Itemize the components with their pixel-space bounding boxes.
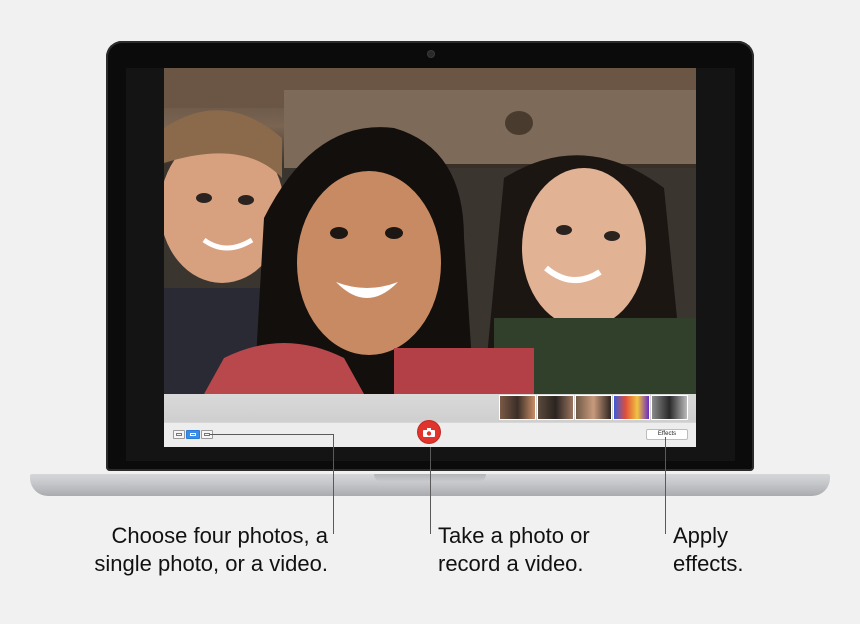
photo-booth-window: Effects	[164, 68, 696, 447]
callout-line-center	[430, 447, 431, 534]
preview-image	[164, 68, 696, 394]
callout-line-left-vertical	[333, 434, 334, 534]
take-photo-button[interactable]	[418, 421, 440, 443]
callout-text-line: Choose four photos, a	[111, 523, 328, 548]
callout-line-right	[665, 437, 666, 534]
callout-line-left	[210, 434, 334, 435]
thumbnail[interactable]	[537, 395, 574, 420]
callout-text-line: effects.	[673, 551, 744, 576]
webcam-icon	[428, 51, 434, 57]
callout-effects: Apply effects.	[673, 522, 744, 578]
laptop-lid: Effects	[106, 41, 754, 471]
camera-preview	[164, 68, 696, 394]
callout-text-line: Apply	[673, 523, 729, 548]
thumbnail[interactable]	[575, 395, 612, 420]
thumbnail[interactable]	[499, 395, 536, 420]
four-photos-icon[interactable]	[173, 430, 185, 439]
single-photo-icon[interactable]	[186, 430, 200, 439]
callout-text-line: single photo, or a video.	[94, 551, 328, 576]
laptop-screen: Effects	[126, 68, 735, 461]
thumbnail[interactable]	[651, 395, 688, 420]
callout-text-line: record a video.	[438, 551, 584, 576]
callout-shutter: Take a photo or record a video.	[438, 522, 590, 578]
callout-text-line: Take a photo or	[438, 523, 590, 548]
camera-icon	[423, 427, 435, 437]
effects-button[interactable]: Effects	[646, 429, 688, 440]
thumbnail-strip	[164, 394, 696, 422]
callout-capture-mode: Choose four photos, a single photo, or a…	[94, 522, 328, 578]
thumbnail[interactable]	[613, 395, 650, 420]
capture-mode-selector	[173, 430, 213, 439]
